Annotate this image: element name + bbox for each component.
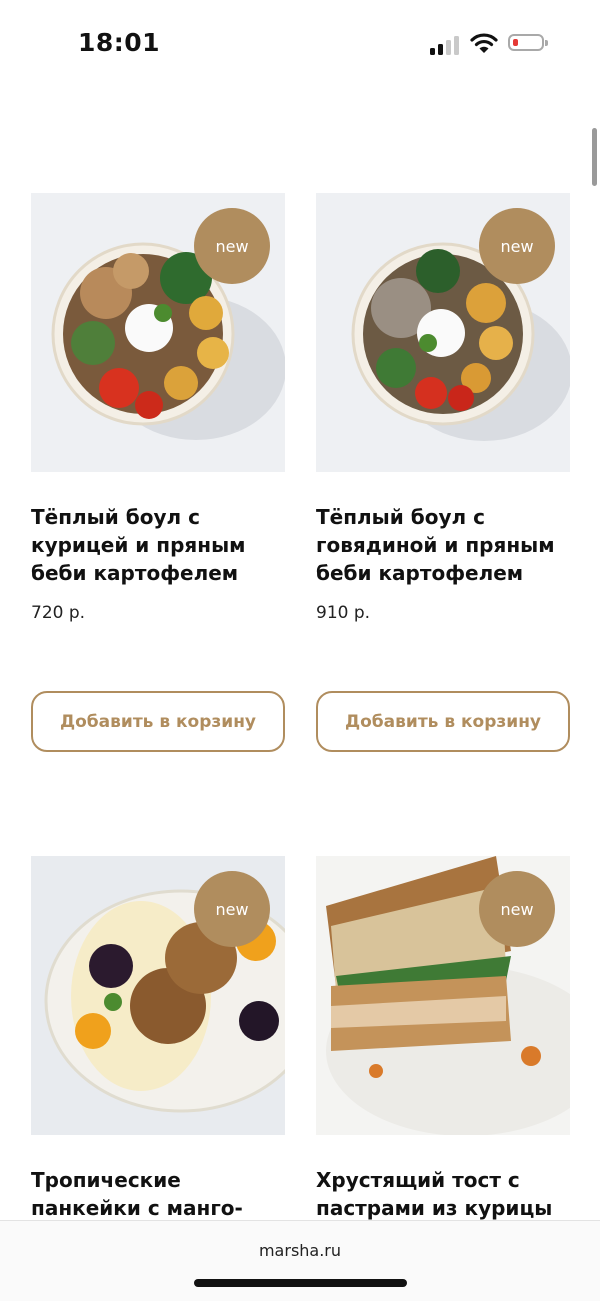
url-text[interactable]: marsha.ru bbox=[0, 1241, 600, 1260]
status-bar: 18:01 bbox=[0, 0, 600, 90]
add-to-cart-button[interactable]: Добавить в корзину bbox=[316, 691, 570, 752]
home-indicator[interactable] bbox=[194, 1279, 407, 1287]
new-badge: new bbox=[194, 208, 270, 284]
product-price: 910 р. bbox=[316, 603, 371, 623]
product-card: new Хрустящий тост с пастрами из курицы bbox=[316, 856, 570, 1220]
product-card: new Тропические панкейки с манго- bbox=[31, 856, 285, 1220]
cellular-signal-icon bbox=[430, 35, 462, 55]
product-title[interactable]: Тёплый боул с говядиной и пряным беби ка… bbox=[316, 503, 570, 587]
product-card: new Тёплый боул с говядиной и пряным беб… bbox=[316, 193, 570, 752]
product-card: new Тёплый боул с курицей и пряным беби … bbox=[31, 193, 285, 752]
new-badge: new bbox=[479, 871, 555, 947]
status-time: 18:01 bbox=[78, 28, 161, 57]
product-image[interactable]: new bbox=[316, 193, 570, 472]
new-badge: new bbox=[479, 208, 555, 284]
wifi-icon bbox=[470, 33, 498, 53]
product-image[interactable]: new bbox=[31, 856, 285, 1135]
new-badge: new bbox=[194, 871, 270, 947]
product-image[interactable]: new bbox=[316, 856, 570, 1135]
product-title[interactable]: Хрустящий тост с пастрами из курицы bbox=[316, 1166, 570, 1222]
product-title[interactable]: Тёплый боул с курицей и пряным беби карт… bbox=[31, 503, 285, 587]
product-image[interactable]: new bbox=[31, 193, 285, 472]
product-title[interactable]: Тропические панкейки с манго- bbox=[31, 1166, 285, 1222]
add-to-cart-button[interactable]: Добавить в корзину bbox=[31, 691, 285, 752]
battery-icon bbox=[508, 34, 548, 51]
scrollbar[interactable] bbox=[592, 128, 597, 186]
browser-address-bar[interactable]: marsha.ru bbox=[0, 1220, 600, 1301]
product-price: 720 р. bbox=[31, 603, 86, 623]
